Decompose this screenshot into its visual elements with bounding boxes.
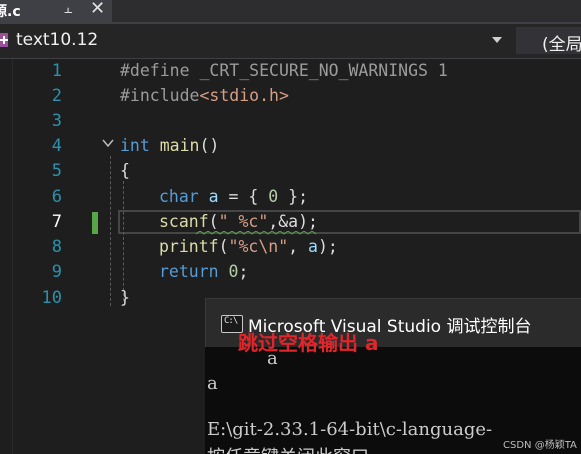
code-line-1: #define _CRT_SECURE_NO_WARNINGS 1: [120, 61, 448, 80]
document-tab-strip: 源.c ⫠ ✕: [0, 0, 581, 22]
line-number: 10: [41, 288, 62, 308]
line-number-current: 7: [51, 212, 62, 232]
code-line-10: }: [120, 288, 130, 307]
tab-source-file[interactable]: 源.c ⫠ ✕: [0, 0, 112, 22]
warning-squiggle: [196, 231, 317, 235]
console-press-key-line: 按任意键关闭此窗口: [207, 443, 369, 454]
code-line-2: #include<stdio.h>: [120, 86, 289, 105]
close-icon[interactable]: ✕: [90, 0, 105, 19]
editor-margin: [0, 59, 13, 454]
code-line-8: printf("%c\n", a);: [159, 237, 338, 256]
line-number: 2: [51, 86, 62, 106]
pin-icon[interactable]: ⫠: [64, 1, 72, 17]
project-dropdown[interactable]: text10.12: [0, 27, 510, 54]
line-number: 8: [51, 237, 62, 257]
scope-name: (全局: [542, 35, 581, 55]
line-number: 6: [51, 187, 62, 207]
code-line-4: int main(): [120, 136, 220, 155]
debug-console-window[interactable]: C:\ Microsoft Visual Studio 调试控制台 a a E:…: [205, 298, 581, 454]
chevron-down-icon[interactable]: [492, 37, 502, 43]
project-name: text10.12: [16, 30, 99, 50]
line-number: 5: [51, 161, 62, 181]
line-number: 9: [51, 262, 62, 282]
navigation-bar: text10.12 (全局: [0, 24, 581, 59]
watermark: CSDN @杨颖TA: [503, 440, 577, 451]
indent-guide: [110, 156, 111, 306]
annotation-text: 跳过空格输出 a: [238, 331, 379, 355]
tab-label: 源.c: [0, 4, 21, 20]
code-line-6: char a = { 0 };: [159, 187, 309, 206]
console-path-line: E:\git-2.33.1-64-bit\c-language-: [207, 419, 493, 440]
collapse-chevron-icon[interactable]: [102, 137, 114, 149]
line-number: 3: [51, 111, 62, 131]
line-number: 1: [51, 61, 62, 81]
console-output-line: a: [207, 373, 218, 394]
line-number: 4: [51, 136, 62, 156]
code-line-7: scanf(" %c",&a);: [159, 212, 318, 231]
code-line-9: return 0;: [159, 262, 249, 281]
indent-guide: [123, 181, 124, 301]
scope-dropdown[interactable]: (全局: [516, 27, 581, 55]
code-line-5: {: [120, 161, 130, 180]
project-icon: [0, 33, 8, 47]
change-tracking-bar: [92, 212, 98, 234]
